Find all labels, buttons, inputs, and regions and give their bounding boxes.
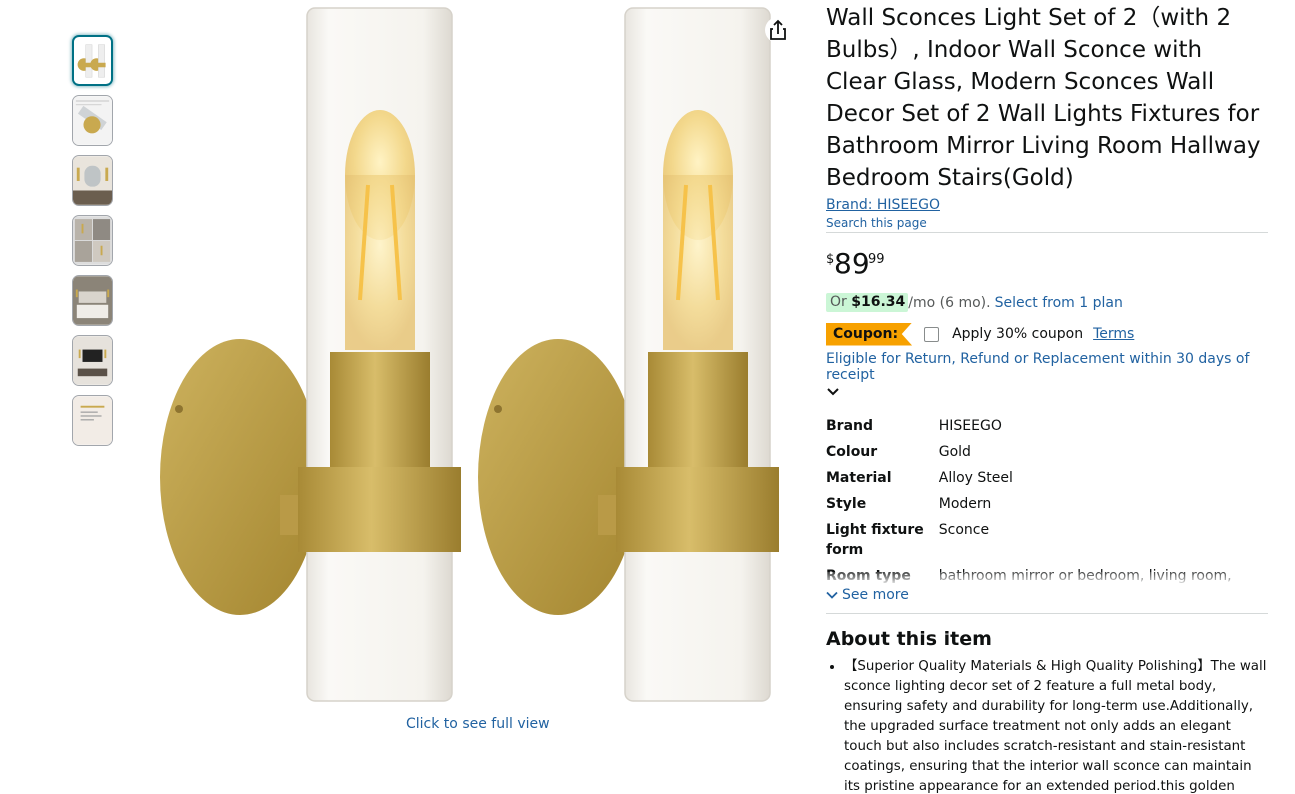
installment-amount: $16.34 [851, 294, 906, 310]
spec-row-material: Material Alloy Steel [826, 468, 1268, 488]
thumbnail-strip [72, 35, 114, 455]
installment-offer: Or $16.34 /mo (6 mo). Select from 1 plan [826, 293, 1268, 312]
see-more-label: See more [842, 587, 909, 603]
apply-coupon-checkbox[interactable] [924, 326, 940, 342]
thumbnail-7[interactable] [72, 395, 113, 446]
room-collage-thumbnail-image [73, 216, 112, 265]
spec-value: Gold [938, 444, 971, 460]
search-this-page-link[interactable]: Search this page [826, 216, 1268, 230]
about-bullets: 【Superior Quality Materials & High Quali… [826, 657, 1268, 794]
price-fraction: 99 [868, 252, 885, 267]
about-heading: About this item [826, 628, 992, 650]
spec-row-light-fixture-form: Light fixture form Sconce [826, 520, 1268, 560]
thumbnail-6[interactable] [72, 335, 113, 386]
coupon-badge: Coupon: [826, 322, 913, 346]
sconce-pair-thumbnail-image [74, 37, 111, 84]
divider [826, 232, 1268, 233]
installment-highlight: Or $16.34 [826, 293, 909, 312]
chevron-down-icon[interactable] [826, 385, 840, 399]
installment-prefix: Or [830, 294, 852, 310]
product-details: Wall Sconces Light Set of 2（with 2 Bulbs… [826, 0, 1268, 794]
chevron-down-icon [826, 591, 838, 599]
specs-fade [826, 572, 1268, 586]
right-sconce [478, 7, 779, 702]
thumbnail-2[interactable] [72, 95, 113, 146]
apply-coupon-label[interactable]: Apply 30% coupon [952, 326, 1083, 342]
see-more-button[interactable]: See more [826, 587, 1268, 603]
coupon-terms-link[interactable]: Terms [1093, 326, 1134, 342]
spec-value: HISEEGO [938, 418, 1002, 434]
return-policy-link[interactable]: Eligible for Return, Refund or Replaceme… [826, 351, 1268, 383]
package-thumbnail-image [73, 396, 112, 445]
spec-value: Sconce [938, 522, 990, 538]
select-plan-link[interactable]: Select from 1 plan [995, 295, 1123, 311]
spec-value: Modern [938, 496, 992, 512]
product-title: Wall Sconces Light Set of 2（with 2 Bulbs… [826, 5, 1261, 191]
thumbnail-5[interactable] [72, 275, 113, 326]
spec-key: Style [826, 496, 867, 512]
spec-value: Alloy Steel [938, 470, 1013, 486]
spec-key: Colour [826, 444, 878, 460]
price-whole: 89 [834, 247, 870, 280]
spec-key: Light fixture form [826, 522, 924, 558]
spec-key: Material [826, 470, 892, 486]
bedroom-thumbnail-image [73, 276, 112, 325]
bathroom-thumbnail-image [73, 156, 112, 205]
spec-row-style: Style Modern [826, 494, 1268, 514]
main-product-image[interactable] [150, 0, 800, 705]
spec-row-brand: Brand HISEEGO [826, 416, 1268, 436]
living-room-thumbnail-image [73, 336, 112, 385]
coupon-row: Coupon: Apply 30% coupon Terms [826, 322, 1268, 346]
spec-key: Brand [826, 418, 874, 434]
product-specs-table: Brand HISEEGO Colour Gold Material Alloy… [826, 416, 1268, 586]
brand-link[interactable]: Brand: HISEEGO [826, 197, 940, 213]
divider [826, 613, 1268, 614]
thumbnail-1[interactable] [72, 35, 113, 86]
full-view-link[interactable]: Click to see full view [406, 716, 550, 732]
share-icon[interactable] [764, 15, 792, 45]
installment-suffix: /mo (6 mo). [908, 294, 991, 311]
about-bullet: 【Superior Quality Materials & High Quali… [844, 657, 1268, 794]
detail-thumbnail-image [73, 96, 112, 145]
left-sconce [160, 7, 461, 702]
price: $ 89 99 [826, 247, 1268, 280]
thumbnail-3[interactable] [72, 155, 113, 206]
spec-row-colour: Colour Gold [826, 442, 1268, 462]
thumbnail-4[interactable] [72, 215, 113, 266]
